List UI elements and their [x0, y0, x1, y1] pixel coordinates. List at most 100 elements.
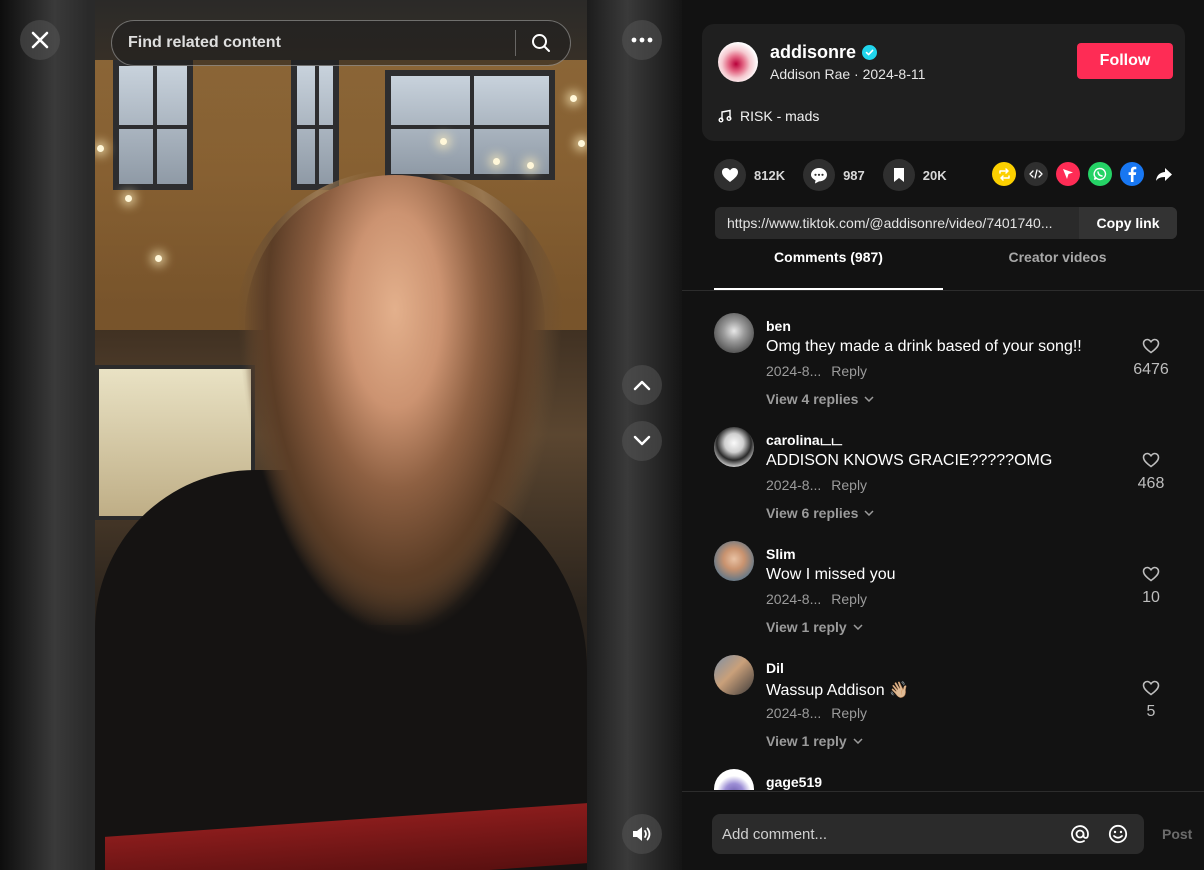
comment-like-count: 468: [1137, 475, 1165, 492]
reply-button[interactable]: Reply: [831, 591, 867, 607]
whatsapp-icon[interactable]: [1088, 162, 1112, 186]
next-video-button[interactable]: [622, 421, 662, 461]
heart-outline-icon: [1142, 452, 1160, 468]
reply-button[interactable]: Reply: [831, 363, 867, 379]
like-button[interactable]: 812K: [714, 159, 785, 191]
comment-date: 2024-8...: [766, 705, 822, 721]
comment-date: 2024-8...: [766, 591, 822, 607]
save-count: 20K: [922, 167, 947, 183]
comment-meta: 2024-8... Reply: [766, 363, 867, 379]
view-replies-label[interactable]: View 6 replies: [766, 505, 858, 521]
bookmark-icon: [882, 159, 915, 191]
building-window: [113, 60, 193, 190]
string-light: [97, 145, 104, 152]
comment-text: ADDISON KNOWS GRACIE?????OMG: [766, 452, 1053, 469]
video-player[interactable]: [95, 0, 587, 870]
commenter-username[interactable]: gage519: [766, 774, 822, 790]
search-bar: [111, 20, 571, 66]
music-link[interactable]: RISK - mads: [718, 108, 819, 124]
comment-item: carolinaடட ADDISON KNOWS GRACIE?????OMG …: [714, 406, 1184, 521]
reply-button[interactable]: Reply: [831, 477, 867, 493]
post-button[interactable]: Post: [1162, 826, 1192, 842]
save-button[interactable]: 20K: [882, 159, 947, 191]
previous-video-button[interactable]: [622, 365, 662, 405]
author-card: addisonre Addison Rae · 2024-8-11 Follow…: [702, 24, 1185, 141]
comment-like-button[interactable]: 468: [1128, 452, 1174, 493]
commenter-avatar[interactable]: [714, 769, 754, 790]
comment-like-button[interactable]: 10: [1128, 566, 1174, 607]
building-window: [291, 60, 339, 190]
string-light: [155, 255, 162, 262]
comment-like-button[interactable]: 6476: [1128, 338, 1174, 379]
author-username[interactable]: addisonre: [770, 42, 878, 63]
comment-like-count: 10: [1142, 589, 1160, 606]
author-avatar[interactable]: [718, 42, 758, 82]
comment-text: Wow I missed you: [766, 566, 896, 583]
comment-date: 2024-8...: [766, 363, 822, 379]
author-username-text[interactable]: addisonre: [770, 42, 856, 63]
comment-date: 2024-8...: [766, 477, 822, 493]
view-replies-button[interactable]: View 4 replies: [766, 391, 874, 407]
chevron-down-icon: [864, 510, 874, 516]
string-light: [527, 162, 534, 169]
heart-icon: [714, 159, 746, 191]
view-replies-label[interactable]: View 1 reply: [766, 733, 847, 749]
search-input[interactable]: [128, 34, 515, 52]
string-light: [440, 138, 447, 145]
commenter-avatar[interactable]: [714, 427, 754, 467]
video-stage: [0, 0, 682, 870]
heart-outline-icon: [1142, 566, 1160, 582]
send-icon[interactable]: [1056, 162, 1080, 186]
comment-like-count: 6476: [1133, 361, 1169, 378]
volume-button[interactable]: [622, 814, 662, 854]
tab-comments[interactable]: Comments (987): [714, 249, 943, 290]
heart-outline-icon: [1142, 338, 1160, 354]
commenter-avatar[interactable]: [714, 655, 754, 695]
facebook-icon[interactable]: [1120, 162, 1144, 186]
mention-icon[interactable]: [1068, 822, 1092, 846]
more-options-button[interactable]: [622, 20, 662, 60]
commenter-avatar[interactable]: [714, 313, 754, 353]
embed-icon[interactable]: [1024, 162, 1048, 186]
commenter-username[interactable]: Slim: [766, 546, 796, 562]
commenter-username[interactable]: ben: [766, 318, 791, 334]
view-replies-label[interactable]: View 4 replies: [766, 391, 858, 407]
commenter-avatar[interactable]: [714, 541, 754, 581]
commenter-username[interactable]: Dil: [766, 660, 784, 676]
string-light: [125, 195, 132, 202]
close-button[interactable]: [20, 20, 60, 60]
music-note-icon: [718, 109, 732, 123]
view-replies-button[interactable]: View 1 reply: [766, 619, 863, 635]
view-replies-label[interactable]: View 1 reply: [766, 619, 847, 635]
heart-outline-icon: [1142, 680, 1160, 696]
emoji-icon[interactable]: [1106, 822, 1130, 846]
video-link[interactable]: https://www.tiktok.com/@addisonre/video/…: [715, 207, 1079, 239]
comment-bubble-icon: [803, 159, 836, 191]
comment-like-button[interactable]: 5: [1128, 680, 1174, 721]
comment-item: Dil Wassup Addison 👋🏼 2024-8... Reply Vi…: [714, 634, 1184, 749]
chevron-down-icon: [853, 738, 863, 744]
comment-composer: Post: [682, 791, 1204, 870]
commenter-username[interactable]: carolinaடட: [766, 432, 842, 451]
share-arrow-icon[interactable]: [1152, 162, 1176, 186]
music-title[interactable]: RISK - mads: [740, 108, 819, 124]
view-replies-button[interactable]: View 1 reply: [766, 733, 863, 749]
search-icon[interactable]: [530, 32, 552, 54]
copy-link-button[interactable]: Copy link: [1079, 207, 1177, 239]
author-nickname-date: Addison Rae · 2024-8-11: [770, 66, 926, 82]
speaker-icon: [633, 827, 651, 841]
comment-text: Omg they made a drink based of your song…: [766, 338, 1082, 355]
tab-creator-videos[interactable]: Creator videos: [943, 249, 1172, 290]
comment-input[interactable]: [722, 825, 1068, 843]
verified-badge-icon: [862, 45, 878, 60]
comment-input-wrapper: [712, 814, 1144, 854]
repost-icon[interactable]: [992, 162, 1016, 186]
view-replies-button[interactable]: View 6 replies: [766, 505, 874, 521]
reply-button[interactable]: Reply: [831, 705, 867, 721]
engagement-row: 812K 987 20K: [714, 158, 965, 192]
string-light: [578, 140, 585, 147]
comment-button[interactable]: 987: [803, 159, 865, 191]
follow-button[interactable]: Follow: [1077, 43, 1173, 79]
details-panel: addisonre Addison Rae · 2024-8-11 Follow…: [682, 0, 1204, 870]
comment-meta: 2024-8... Reply: [766, 477, 867, 493]
